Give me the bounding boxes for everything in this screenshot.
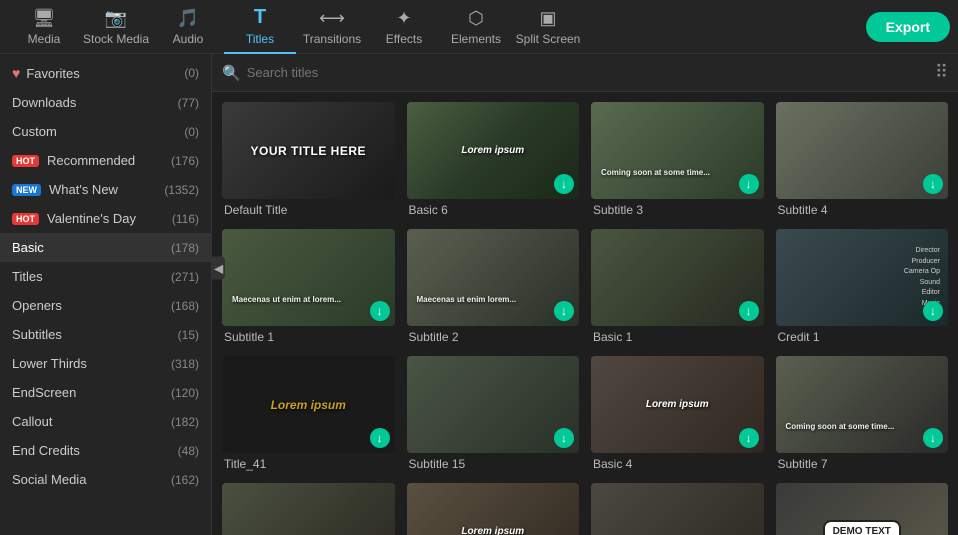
sidebar-item-favorites[interactable]: ♥ Favorites (0): [0, 58, 211, 88]
grid-item-subtitle-3[interactable]: Coming soon at some time... ↓ Subtitle 3: [591, 102, 764, 217]
effects-icon: ✦: [396, 8, 411, 29]
transitions-icon: ⟷: [319, 8, 345, 29]
nav-titles[interactable]: T Titles: [224, 0, 296, 54]
titles-icon: T: [254, 6, 266, 29]
sidebar-item-subtitles[interactable]: Subtitles (15): [0, 320, 211, 349]
demo-text: DEMO TEXT: [823, 520, 901, 535]
nav-transitions[interactable]: ⟷ Transitions: [296, 0, 368, 54]
sidebar-item-recommended[interactable]: HOT Recommended (176): [0, 146, 211, 175]
download-btn-subtitle-15[interactable]: ↓: [554, 428, 574, 448]
download-btn-credit-1[interactable]: ↓: [923, 301, 943, 321]
sidebar-item-callout[interactable]: Callout (182): [0, 407, 211, 436]
nav-audio[interactable]: 🎵 Audio: [152, 0, 224, 54]
top-navigation: 🖥 Media 📷 Stock Media 🎵 Audio T Titles ⟷…: [0, 0, 958, 54]
grid-item-title-41[interactable]: Lorem ipsum ↓ Title_41: [222, 356, 395, 471]
export-button[interactable]: Export: [866, 12, 950, 42]
sidebar-item-custom[interactable]: Custom (0): [0, 117, 211, 146]
download-btn-basic-4[interactable]: ↓: [739, 428, 759, 448]
split-screen-icon: ▣: [539, 8, 556, 29]
grid-item-subtitle-7[interactable]: Coming soon at some time... ↓ Subtitle 7: [776, 356, 949, 471]
sidebar-item-basic[interactable]: Basic (178): [0, 233, 211, 262]
search-input[interactable]: [247, 65, 929, 80]
grid-item-basic-4[interactable]: Lorem ipsum ↓ Basic 4: [591, 356, 764, 471]
sidebar-item-valentines[interactable]: HOT Valentine's Day (116): [0, 204, 211, 233]
search-bar: 🔍 ⠿: [212, 54, 958, 92]
audio-icon: 🎵: [177, 8, 199, 29]
sidebar-item-lower-thirds[interactable]: Lower Thirds (318): [0, 349, 211, 378]
grid-item-subtitle-15[interactable]: ↓ Subtitle 15: [407, 356, 580, 471]
new-badge: NEW: [12, 184, 41, 196]
grid-item-credit-2[interactable]: Jane Joe ↓ Credit 2: [591, 483, 764, 535]
nav-split-screen[interactable]: ▣ Split Screen: [512, 0, 584, 54]
sidebar-item-titles[interactable]: Titles (271): [0, 262, 211, 291]
titles-grid: YOUR TITLE HERE Default Title Lorem ipsu…: [212, 92, 958, 535]
sidebar: ♥ Favorites (0) Downloads (77) Custom (0…: [0, 54, 212, 535]
grid-item-title-29[interactable]: Lorem ipsum ↓ Title 29: [407, 483, 580, 535]
grid-item-subtitle-4[interactable]: ↓ Subtitle 4: [776, 102, 949, 217]
media-icon: 🖥: [33, 8, 56, 29]
download-btn-subtitle-7[interactable]: ↓: [923, 428, 943, 448]
search-icon: 🔍: [222, 64, 241, 82]
download-btn-subtitle-4[interactable]: ↓: [923, 174, 943, 194]
nav-effects[interactable]: ✦ Effects: [368, 0, 440, 54]
grid-item-thought-bubble[interactable]: DEMO TEXT ↓ Thought Bubble: [776, 483, 949, 535]
nav-stock-media[interactable]: 📷 Stock Media: [80, 0, 152, 54]
download-btn-subtitle-1[interactable]: ↓: [370, 301, 390, 321]
stock-media-icon: 📷: [105, 8, 127, 29]
grid-item-subtitle-1[interactable]: Maecenas ut enim at lorem... ↓ Subtitle …: [222, 229, 395, 344]
grid-item-basic-1[interactable]: ↓ Basic 1: [591, 229, 764, 344]
grid-item-basic-6[interactable]: Lorem ipsum ↓ Basic 6: [407, 102, 580, 217]
heart-icon: ♥: [12, 65, 20, 81]
content-area: 🔍 ⠿ YOUR TITLE HERE Default Title Lorem …: [212, 54, 958, 535]
sidebar-item-whats-new[interactable]: NEW What's New (1352): [0, 175, 211, 204]
sidebar-item-endscreen[interactable]: EndScreen (120): [0, 378, 211, 407]
sidebar-item-downloads[interactable]: Downloads (77): [0, 88, 211, 117]
grid-item-credit-1[interactable]: DirectorProducerCamera OpSoundEditorMusi…: [776, 229, 949, 344]
grid-item-default-title[interactable]: YOUR TITLE HERE Default Title: [222, 102, 395, 217]
sidebar-item-social-media[interactable]: Social Media (162): [0, 465, 211, 494]
sidebar-collapse-arrow[interactable]: ◀: [212, 256, 225, 279]
nav-elements[interactable]: ⬡ Elements: [440, 0, 512, 54]
download-btn-subtitle-3[interactable]: ↓: [739, 174, 759, 194]
download-btn-basic-6[interactable]: ↓: [554, 174, 574, 194]
sidebar-item-openers[interactable]: Openers (168): [0, 291, 211, 320]
download-btn-subtitle-2[interactable]: ↓: [554, 301, 574, 321]
main-layout: ♥ Favorites (0) Downloads (77) Custom (0…: [0, 54, 958, 535]
hot-badge-valentines: HOT: [12, 213, 39, 225]
grid-item-subtitle-2[interactable]: Maecenas ut enim lorem... ↓ Subtitle 2: [407, 229, 580, 344]
hot-badge-recommended: HOT: [12, 155, 39, 167]
elements-icon: ⬡: [468, 8, 484, 29]
grid-item-credit-3[interactable]: Joe Bloggs ↓ Credit 3: [222, 483, 395, 535]
nav-media[interactable]: 🖥 Media: [8, 0, 80, 54]
grid-view-icon[interactable]: ⠿: [935, 62, 948, 83]
download-btn-title-41[interactable]: ↓: [370, 428, 390, 448]
download-btn-basic-1[interactable]: ↓: [739, 301, 759, 321]
sidebar-item-end-credits[interactable]: End Credits (48): [0, 436, 211, 465]
